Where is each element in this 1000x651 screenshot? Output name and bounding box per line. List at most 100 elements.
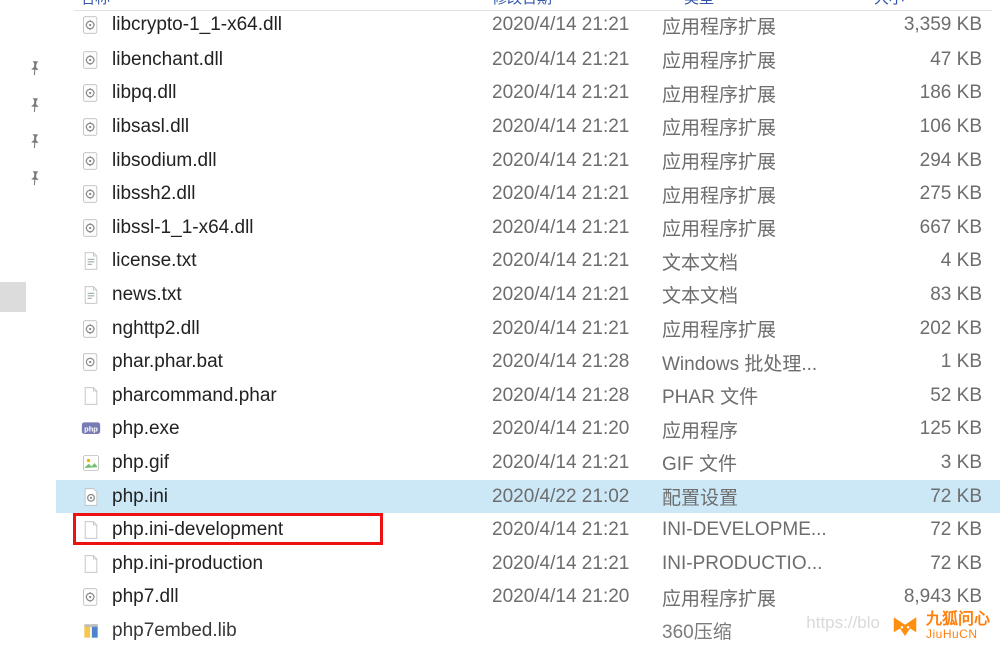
file-row[interactable]: libcrypto-1_1-x64.dll2020/4/14 21:21应用程序… bbox=[56, 21, 1000, 43]
file-date: 2020/4/14 21:20 bbox=[492, 586, 662, 608]
file-row[interactable]: libssl-1_1-x64.dll2020/4/14 21:21应用程序扩展6… bbox=[56, 211, 1000, 245]
watermark-cn: 九狐问心 bbox=[926, 612, 990, 629]
file-type: GIF 文件 bbox=[662, 449, 842, 476]
file-date: 2020/4/14 21:21 bbox=[492, 183, 662, 205]
file-type: 应用程序扩展 bbox=[662, 214, 842, 241]
file-row[interactable]: php.ini-development2020/4/14 21:21INI-DE… bbox=[56, 513, 1000, 547]
file-size: 52 KB bbox=[842, 385, 1000, 407]
file-size: 72 KB bbox=[842, 553, 1000, 575]
faded-watermark-url: https://blo bbox=[806, 613, 880, 633]
blank-icon bbox=[80, 385, 102, 407]
file-row[interactable]: pharcommand.phar2020/4/14 21:28PHAR 文件52… bbox=[56, 379, 1000, 413]
file-type: Windows 批处理... bbox=[662, 349, 842, 376]
file-row[interactable]: phpphp.exe2020/4/14 21:20应用程序125 KB bbox=[56, 413, 1000, 447]
file-name: nghttp2.dll bbox=[112, 318, 492, 340]
file-name: phar.phar.bat bbox=[112, 351, 492, 373]
file-row[interactable]: license.txt2020/4/14 21:21文本文档4 KB bbox=[56, 245, 1000, 279]
file-date: 2020/4/14 21:21 bbox=[492, 519, 662, 541]
txt-icon bbox=[80, 284, 102, 306]
gear-icon bbox=[80, 318, 102, 340]
file-name: libssh2.dll bbox=[112, 183, 492, 205]
svg-text:php: php bbox=[84, 425, 98, 434]
file-row[interactable]: libpq.dll2020/4/14 21:21应用程序扩展186 KB bbox=[56, 77, 1000, 111]
watermark-en: JiuHuCN bbox=[926, 628, 990, 641]
file-date: 2020/4/14 21:21 bbox=[492, 150, 662, 172]
file-date: 2020/4/14 21:21 bbox=[492, 284, 662, 306]
gear-icon bbox=[80, 14, 102, 36]
pin-icon bbox=[21, 54, 46, 79]
file-date: 2020/4/14 21:21 bbox=[492, 116, 662, 138]
column-headers: 名称 修改日期 类型 大小 bbox=[56, 0, 1000, 10]
site-watermark: 九狐问心 JiuHuCN bbox=[890, 611, 990, 641]
file-name: pharcommand.phar bbox=[112, 385, 492, 407]
file-date: 2020/4/14 21:21 bbox=[492, 250, 662, 272]
file-size: 83 KB bbox=[842, 284, 1000, 306]
gear-icon bbox=[80, 217, 102, 239]
file-date: 2020/4/14 21:21 bbox=[492, 318, 662, 340]
header-type[interactable]: 类型 bbox=[684, 0, 714, 8]
lib-icon bbox=[80, 620, 102, 642]
file-date: 2020/4/14 21:21 bbox=[492, 82, 662, 104]
file-size: 294 KB bbox=[842, 150, 1000, 172]
header-name[interactable]: 名称 bbox=[80, 0, 110, 8]
file-rows-container: libcrypto-1_1-x64.dll2020/4/14 21:21应用程序… bbox=[56, 11, 1000, 648]
file-date: 2020/4/14 21:21 bbox=[492, 49, 662, 71]
file-name: php.ini-production bbox=[112, 553, 492, 575]
gear-icon bbox=[80, 82, 102, 104]
file-name: license.txt bbox=[112, 250, 492, 272]
file-name: news.txt bbox=[112, 284, 492, 306]
file-date: 2020/4/14 21:21 bbox=[492, 452, 662, 474]
ini-icon bbox=[80, 486, 102, 508]
file-row[interactable]: news.txt2020/4/14 21:21文本文档83 KB bbox=[56, 278, 1000, 312]
file-type: 应用程序扩展 bbox=[662, 584, 842, 611]
file-row[interactable]: php.ini2020/4/22 21:02配置设置72 KB bbox=[56, 480, 1000, 514]
file-size: 125 KB bbox=[842, 418, 1000, 440]
file-size: 8,943 KB bbox=[842, 586, 1000, 608]
file-size: 667 KB bbox=[842, 217, 1000, 239]
file-name: libenchant.dll bbox=[112, 49, 492, 71]
file-type: 应用程序 bbox=[662, 416, 842, 443]
gif-icon bbox=[80, 452, 102, 474]
file-row[interactable]: libenchant.dll2020/4/14 21:21应用程序扩展47 KB bbox=[56, 43, 1000, 77]
file-type: 配置设置 bbox=[662, 483, 842, 510]
txt-icon bbox=[80, 250, 102, 272]
file-type: 应用程序扩展 bbox=[662, 315, 842, 342]
file-row[interactable]: php.gif2020/4/14 21:21GIF 文件3 KB bbox=[56, 446, 1000, 480]
file-size: 186 KB bbox=[842, 82, 1000, 104]
file-name: libssl-1_1-x64.dll bbox=[112, 217, 492, 239]
file-size: 72 KB bbox=[842, 519, 1000, 541]
file-type: 应用程序扩展 bbox=[662, 113, 842, 140]
sidebar-selected-indicator bbox=[0, 282, 26, 312]
file-date: 2020/4/14 21:21 bbox=[492, 14, 662, 36]
pin-icon bbox=[21, 91, 46, 116]
file-type: PHAR 文件 bbox=[662, 382, 842, 409]
file-row[interactable]: nghttp2.dll2020/4/14 21:21应用程序扩展202 KB bbox=[56, 312, 1000, 346]
file-type: 文本文档 bbox=[662, 281, 842, 308]
file-type: 文本文档 bbox=[662, 248, 842, 275]
blank-icon bbox=[80, 519, 102, 541]
file-row[interactable]: phar.phar.bat2020/4/14 21:28Windows 批处理.… bbox=[56, 345, 1000, 379]
header-size[interactable]: 大小 bbox=[874, 0, 904, 8]
file-type: 应用程序扩展 bbox=[662, 12, 842, 39]
file-type: INI-DEVELOPME... bbox=[662, 519, 842, 541]
file-type: 应用程序扩展 bbox=[662, 46, 842, 73]
file-date: 2020/4/22 21:02 bbox=[492, 486, 662, 508]
pin-icon bbox=[21, 164, 46, 189]
file-row[interactable]: libsasl.dll2020/4/14 21:21应用程序扩展106 KB bbox=[56, 110, 1000, 144]
file-type: INI-PRODUCTIO... bbox=[662, 553, 842, 575]
pin-icon bbox=[21, 127, 46, 152]
file-date: 2020/4/14 21:20 bbox=[492, 418, 662, 440]
file-row[interactable]: php.ini-production2020/4/14 21:21INI-PRO… bbox=[56, 547, 1000, 581]
bat-icon bbox=[80, 351, 102, 373]
file-name: php.ini-development bbox=[112, 519, 492, 541]
gear-icon bbox=[80, 183, 102, 205]
file-row[interactable]: php7.dll2020/4/14 21:20应用程序扩展8,943 KB bbox=[56, 581, 1000, 615]
file-name: libpq.dll bbox=[112, 82, 492, 104]
header-modified[interactable]: 修改日期 bbox=[492, 0, 552, 8]
file-name: php7embed.lib bbox=[112, 620, 492, 642]
file-date: 2020/4/14 21:28 bbox=[492, 351, 662, 373]
file-name: php.gif bbox=[112, 452, 492, 474]
file-row[interactable]: libssh2.dll2020/4/14 21:21应用程序扩展275 KB bbox=[56, 177, 1000, 211]
file-size: 1 KB bbox=[842, 351, 1000, 373]
file-row[interactable]: libsodium.dll2020/4/14 21:21应用程序扩展294 KB bbox=[56, 144, 1000, 178]
